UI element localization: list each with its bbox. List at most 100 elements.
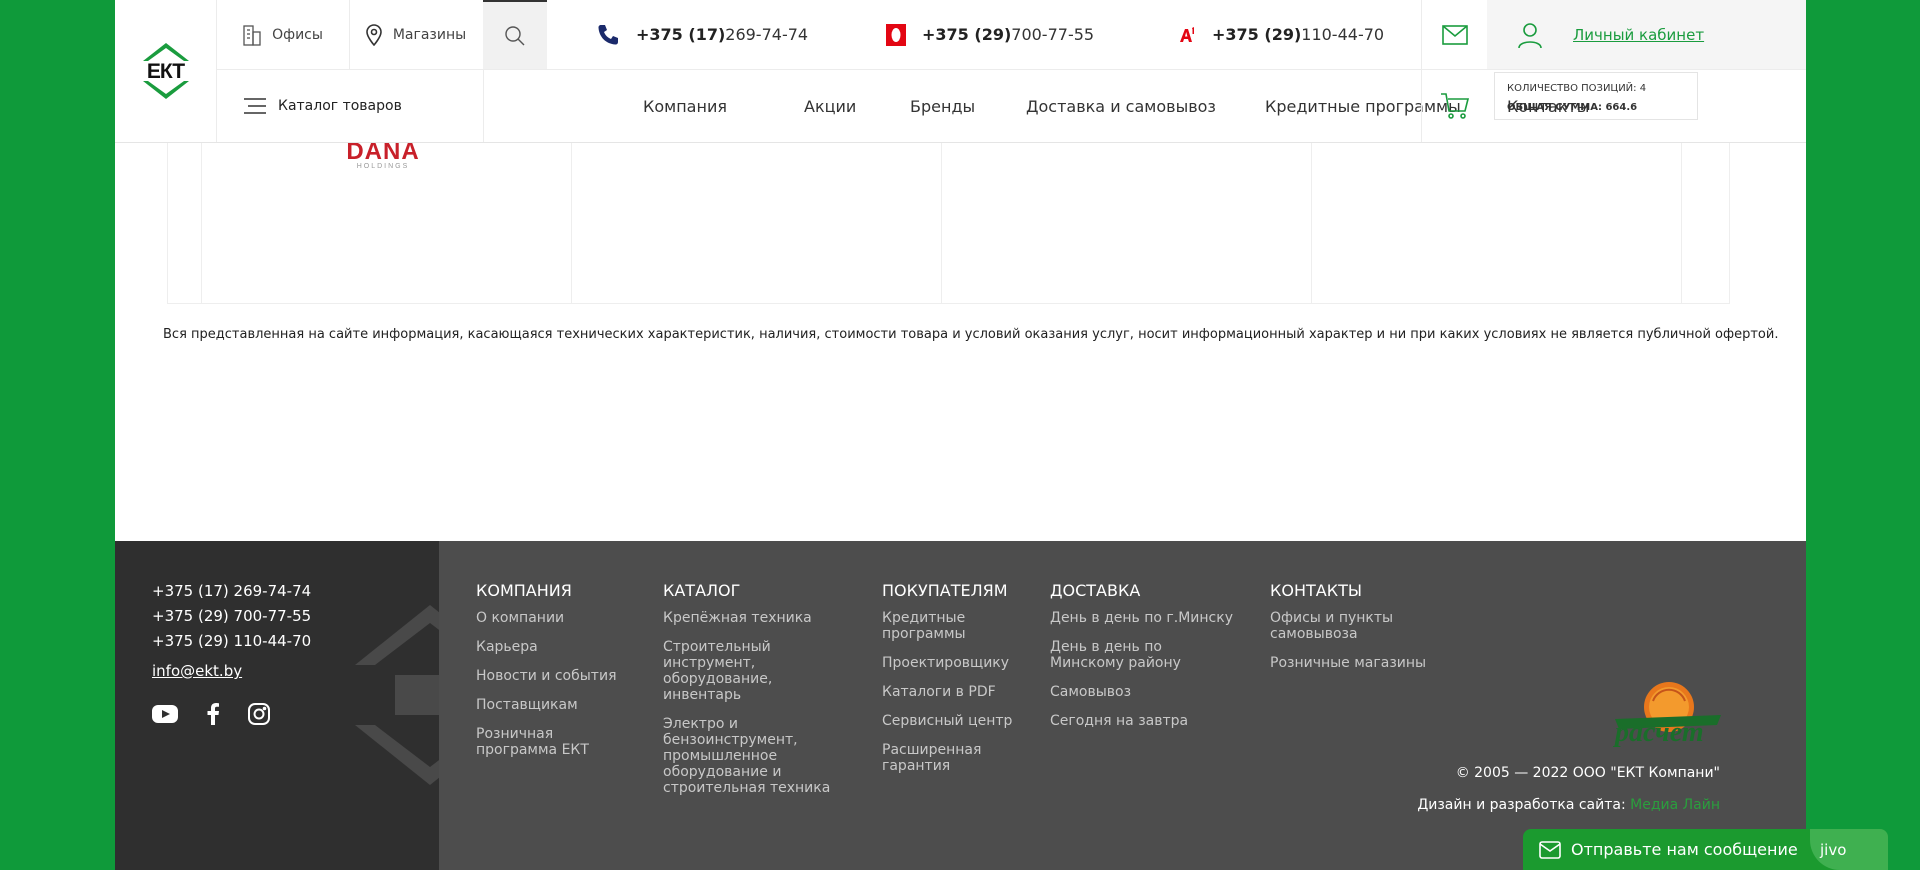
menu-icon [244,98,266,114]
mts-logo-icon [886,23,906,46]
catalog-label: Каталог товаров [278,98,402,114]
phone-2-link[interactable]: +375 (29) 700-77-55 [886,0,1094,69]
phone-2-code: +375 (29) [922,25,1012,44]
footer-col-customers: Покупателям Кредитные программы Проектир… [882,581,1012,787]
brands-divider [571,142,572,303]
footer-col-title: Покупателям [882,581,1008,600]
nav-delivery[interactable]: Доставка и самовывоз [1026,70,1216,142]
account-link[interactable]: Личный кабинет [1573,26,1704,44]
developer-credit: Дизайн и разработка сайта: Медиа Лайн [1417,797,1720,813]
phone-2-number: 700-77-55 [1011,25,1095,44]
footer-link[interactable]: О компании [476,610,617,626]
phone-1-number: 269-74-74 [725,25,809,44]
brands-grid: DANA HOLDINGS [167,138,1730,304]
brands-divider [1311,142,1312,303]
footer-phone-1[interactable]: +375 (17) 269-74-74 [152,582,311,600]
footer-phone-3[interactable]: +375 (29) 110-44-70 [152,632,311,650]
brands-divider [941,142,942,303]
footer-col-title: Контакты [1270,581,1362,600]
footer-link[interactable]: Розничная программа ЕКТ [476,726,617,758]
brands-divider [1681,142,1682,303]
footer-link[interactable]: Сервисный центр [882,713,1012,729]
user-icon [1517,21,1543,49]
phone-1-code: +375 (17) [636,25,726,44]
footer-link[interactable]: Офисы и пункты самовывоза [1270,610,1426,642]
footer-link[interactable]: Розничные магазины [1270,655,1426,671]
a1-logo-icon [1178,26,1196,44]
phone-1-link[interactable]: +375 (17) 269-74-74 [596,0,808,69]
footer-contacts: +375 (17) 269-74-74 +375 (29) 700-77-55 … [115,541,505,870]
logo-link[interactable]: ЕКТ [115,0,217,142]
envelope-icon [1441,24,1468,45]
footer-link[interactable]: Каталоги в PDF [882,684,1012,700]
header-top-row: Офисы Магазины +375 (17) 269-74-74 +375 … [216,0,1806,70]
instagram-icon[interactable] [248,703,270,725]
building-icon [242,24,262,46]
cart-summary[interactable]: Количество позиций: 4 Общая сумма: 664.6 [1494,72,1698,120]
cart-sum: Общая сумма: 664.6 [1507,102,1638,113]
footer-link[interactable]: Расширенная гарантия [882,742,1012,774]
mail-button[interactable] [1421,0,1488,69]
developer-label: Дизайн и разработка сайта: [1417,797,1626,813]
footer-col-title: Доставка [1050,581,1141,600]
phone-3-link[interactable]: +375 (29) 110-44-70 [1178,0,1384,69]
footer-link[interactable]: Новости и события [476,668,617,684]
chat-widget-label: Отправьте нам сообщение [1571,840,1798,859]
landline-phone-icon [596,23,620,47]
chat-widget-button[interactable]: Отправьте нам сообщение jivo [1523,829,1888,870]
footer-link[interactable]: Крепёжная техника [663,610,830,626]
footer-col-title: Компания [476,581,572,600]
footer-col-title: Каталог [663,581,741,600]
page: ЕКТ Офисы Магазины +375 (17) 269-74-74 +… [115,0,1806,870]
header-nav-row: Каталог товаров Компания Акции Бренды До… [216,70,1806,142]
cart-icon [1440,92,1470,120]
shops-link[interactable]: Магазины [349,0,482,69]
raschet-label: расчет [1615,717,1704,748]
phone-3-code: +375 (29) [1212,25,1302,44]
dana-holdings-logo[interactable]: DANA HOLDINGS [328,138,438,174]
logo-text: ЕКТ [146,60,185,83]
brands-divider [201,142,202,303]
account-area: Личный кабинет [1487,0,1806,69]
developer-link[interactable]: Медиа Лайн [1630,797,1720,813]
dana-logo-main: DANA [346,138,420,165]
footer-link[interactable]: Самовывоз [1050,684,1233,700]
footer-link[interactable]: Кредитные программы [882,610,1012,642]
site-header: ЕКТ Офисы Магазины +375 (17) 269-74-74 +… [115,0,1806,143]
footer-link[interactable]: Карьера [476,639,617,655]
footer-link[interactable]: Электро и бензоинструмент, промышленное … [663,716,830,796]
shops-label: Магазины [392,26,467,43]
footer-link[interactable]: День в день по г.Минску [1050,610,1233,626]
jivo-brand: jivo [1810,829,1888,870]
map-pin-icon [365,23,383,46]
chat-envelope-icon [1539,840,1561,859]
nav-brands[interactable]: Бренды [910,70,975,142]
dana-logo-sub: HOLDINGS [356,163,410,170]
footer-link[interactable]: Поставщикам [476,697,617,713]
footer-link[interactable]: Строительный инструмент, оборудование, и… [663,639,830,703]
nav-company[interactable]: Компания [643,70,727,142]
footer-col-catalog: Каталог Крепёжная техника Строительный и… [663,581,830,809]
catalog-button[interactable]: Каталог товаров [216,70,484,142]
ekt-logo: ЕКТ [141,43,191,99]
footer-email-link[interactable]: info@ekt.by [152,662,242,680]
footer-phone-2[interactable]: +375 (29) 700-77-55 [152,607,311,625]
youtube-icon[interactable] [152,703,178,725]
footer-links: Компания О компании Карьера Новости и со… [439,541,1806,870]
search-button[interactable] [483,0,547,69]
raschet-logo[interactable]: расчет [1613,681,1723,753]
facebook-icon[interactable] [206,703,220,725]
footer-col-delivery: Доставка День в день по г.Минску День в … [1050,581,1233,742]
footer-link[interactable]: День в день по Минскому району [1050,639,1233,671]
nav-promotions[interactable]: Акции [804,70,856,142]
search-icon [503,24,527,48]
social-links [152,703,270,725]
cart-count: Количество позиций: 4 [1507,83,1647,94]
offices-label: Офисы [272,26,323,43]
footer-link[interactable]: Проектировщику [882,655,1012,671]
offices-link[interactable]: Офисы [216,0,350,69]
cart-button[interactable] [1421,70,1487,142]
footer-col-company: Компания О компании Карьера Новости и со… [476,581,617,771]
phone-3-number: 110-44-70 [1301,25,1385,44]
footer-link[interactable]: Сегодня на завтра [1050,713,1233,729]
